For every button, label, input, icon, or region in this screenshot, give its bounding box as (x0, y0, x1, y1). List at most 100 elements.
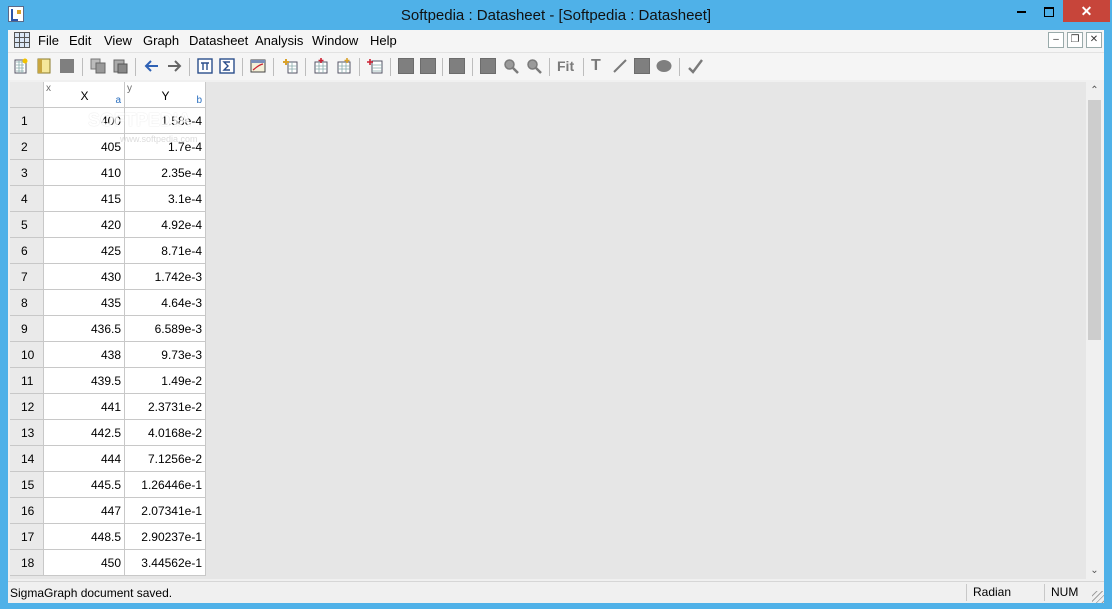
save-icon[interactable] (59, 58, 75, 74)
line-tool-icon[interactable] (612, 58, 628, 74)
cell-x[interactable]: 439.5 (44, 368, 125, 394)
datasheet-document-icon[interactable] (14, 32, 30, 48)
cell-x[interactable]: 445.5 (44, 472, 125, 498)
cell-y[interactable]: 2.90237e-1 (125, 524, 206, 550)
cell-y[interactable]: 8.71e-4 (125, 238, 206, 264)
rectangle-tool-icon[interactable] (634, 58, 650, 74)
new-notes-icon[interactable] (36, 58, 52, 74)
sum-function-icon[interactable] (219, 58, 235, 74)
curve-fit-button[interactable]: Fit (557, 58, 574, 74)
cell-x[interactable]: 430 (44, 264, 125, 290)
insert-columns-icon[interactable] (336, 58, 352, 74)
row-number[interactable]: 2 (10, 134, 44, 160)
scroll-thumb[interactable] (1088, 100, 1101, 340)
mdi-minimize-button[interactable]: – (1048, 32, 1064, 48)
cell-y[interactable]: 3.1e-4 (125, 186, 206, 212)
pi-function-icon[interactable] (197, 58, 213, 74)
menu-window[interactable]: Window (312, 33, 358, 48)
menu-datasheet[interactable]: Datasheet (189, 33, 248, 48)
maximize-button[interactable] (1034, 0, 1064, 22)
cell-x[interactable]: 448.5 (44, 524, 125, 550)
row-number[interactable]: 15 (10, 472, 44, 498)
ellipse-tool-icon[interactable] (656, 58, 672, 74)
column-header-y[interactable]: y Y b (125, 82, 206, 108)
cell-y[interactable]: 1.7e-4 (125, 134, 206, 160)
select-all-corner[interactable] (10, 82, 44, 108)
disabled-tool-icon[interactable] (398, 58, 414, 74)
cell-x[interactable]: 441 (44, 394, 125, 420)
arrow-left-icon[interactable] (144, 58, 160, 74)
row-number[interactable]: 10 (10, 342, 44, 368)
menu-analysis[interactable]: Analysis (255, 33, 303, 48)
row-number[interactable]: 13 (10, 420, 44, 446)
cell-x[interactable]: 420 (44, 212, 125, 238)
disabled-tool-icon[interactable] (480, 58, 496, 74)
cell-x[interactable]: 447 (44, 498, 125, 524)
mdi-close-button[interactable]: ✕ (1086, 32, 1102, 48)
resize-grip[interactable] (1092, 591, 1104, 603)
cell-x[interactable]: 436.5 (44, 316, 125, 342)
plot-graph-icon[interactable] (250, 58, 266, 74)
cell-x[interactable]: 450 (44, 550, 125, 576)
disabled-tool-icon[interactable] (449, 58, 465, 74)
cell-y[interactable]: 7.1256e-2 (125, 446, 206, 472)
cell-x[interactable]: 405 (44, 134, 125, 160)
cell-x[interactable]: 444 (44, 446, 125, 472)
cell-y[interactable]: 2.35e-4 (125, 160, 206, 186)
vertical-scrollbar[interactable]: ⌃ ⌄ (1086, 82, 1103, 579)
row-number[interactable]: 5 (10, 212, 44, 238)
zoom-in-icon[interactable] (503, 58, 519, 74)
new-document-icon[interactable] (13, 58, 29, 74)
row-number[interactable]: 14 (10, 446, 44, 472)
paste-icon[interactable] (112, 58, 128, 74)
cell-y[interactable]: 1.58e-4 (125, 108, 206, 134)
insert-rows-icon[interactable] (313, 58, 329, 74)
pencil-check-icon[interactable] (687, 58, 703, 74)
row-number[interactable]: 11 (10, 368, 44, 394)
cell-y[interactable]: 1.26446e-1 (125, 472, 206, 498)
row-number[interactable]: 9 (10, 316, 44, 342)
cell-y[interactable]: 4.92e-4 (125, 212, 206, 238)
row-number[interactable]: 8 (10, 290, 44, 316)
cell-y[interactable]: 6.589e-3 (125, 316, 206, 342)
cell-x[interactable]: 410 (44, 160, 125, 186)
row-number[interactable]: 18 (10, 550, 44, 576)
arrow-right-icon[interactable] (166, 58, 182, 74)
title-bar[interactable]: Softpedia : Datasheet - [Softpedia : Dat… (0, 0, 1112, 30)
cell-y[interactable]: 1.49e-2 (125, 368, 206, 394)
row-number[interactable]: 3 (10, 160, 44, 186)
zoom-out-icon[interactable] (526, 58, 542, 74)
scroll-down-button[interactable]: ⌄ (1086, 562, 1103, 579)
menu-help[interactable]: Help (370, 33, 397, 48)
cell-x[interactable]: 400 (44, 108, 125, 134)
scroll-up-button[interactable]: ⌃ (1086, 82, 1103, 99)
cell-x[interactable]: 425 (44, 238, 125, 264)
cell-x[interactable]: 415 (44, 186, 125, 212)
row-number[interactable]: 6 (10, 238, 44, 264)
menu-graph[interactable]: Graph (143, 33, 179, 48)
append-row-icon[interactable] (367, 58, 383, 74)
mdi-restore-button[interactable]: ❐ (1067, 32, 1083, 48)
cell-y[interactable]: 4.64e-3 (125, 290, 206, 316)
disabled-tool-icon[interactable] (420, 58, 436, 74)
add-column-icon[interactable] (282, 58, 298, 74)
cell-y[interactable]: 4.0168e-2 (125, 420, 206, 446)
cell-y[interactable]: 1.742e-3 (125, 264, 206, 290)
row-number[interactable]: 7 (10, 264, 44, 290)
text-tool-button[interactable]: T (591, 57, 601, 74)
menu-file[interactable]: File (38, 33, 59, 48)
copy-icon[interactable] (90, 58, 106, 74)
cell-y[interactable]: 2.07341e-1 (125, 498, 206, 524)
cell-x[interactable]: 435 (44, 290, 125, 316)
row-number[interactable]: 12 (10, 394, 44, 420)
row-number[interactable]: 17 (10, 524, 44, 550)
menu-edit[interactable]: Edit (69, 33, 91, 48)
minimize-button[interactable] (1006, 0, 1036, 22)
row-number[interactable]: 4 (10, 186, 44, 212)
cell-y[interactable]: 3.44562e-1 (125, 550, 206, 576)
cell-x[interactable]: 442.5 (44, 420, 125, 446)
close-button[interactable]: ✕ (1063, 0, 1110, 22)
column-header-x[interactable]: x X a (44, 82, 125, 108)
row-number[interactable]: 1 (10, 108, 44, 134)
cell-x[interactable]: 438 (44, 342, 125, 368)
